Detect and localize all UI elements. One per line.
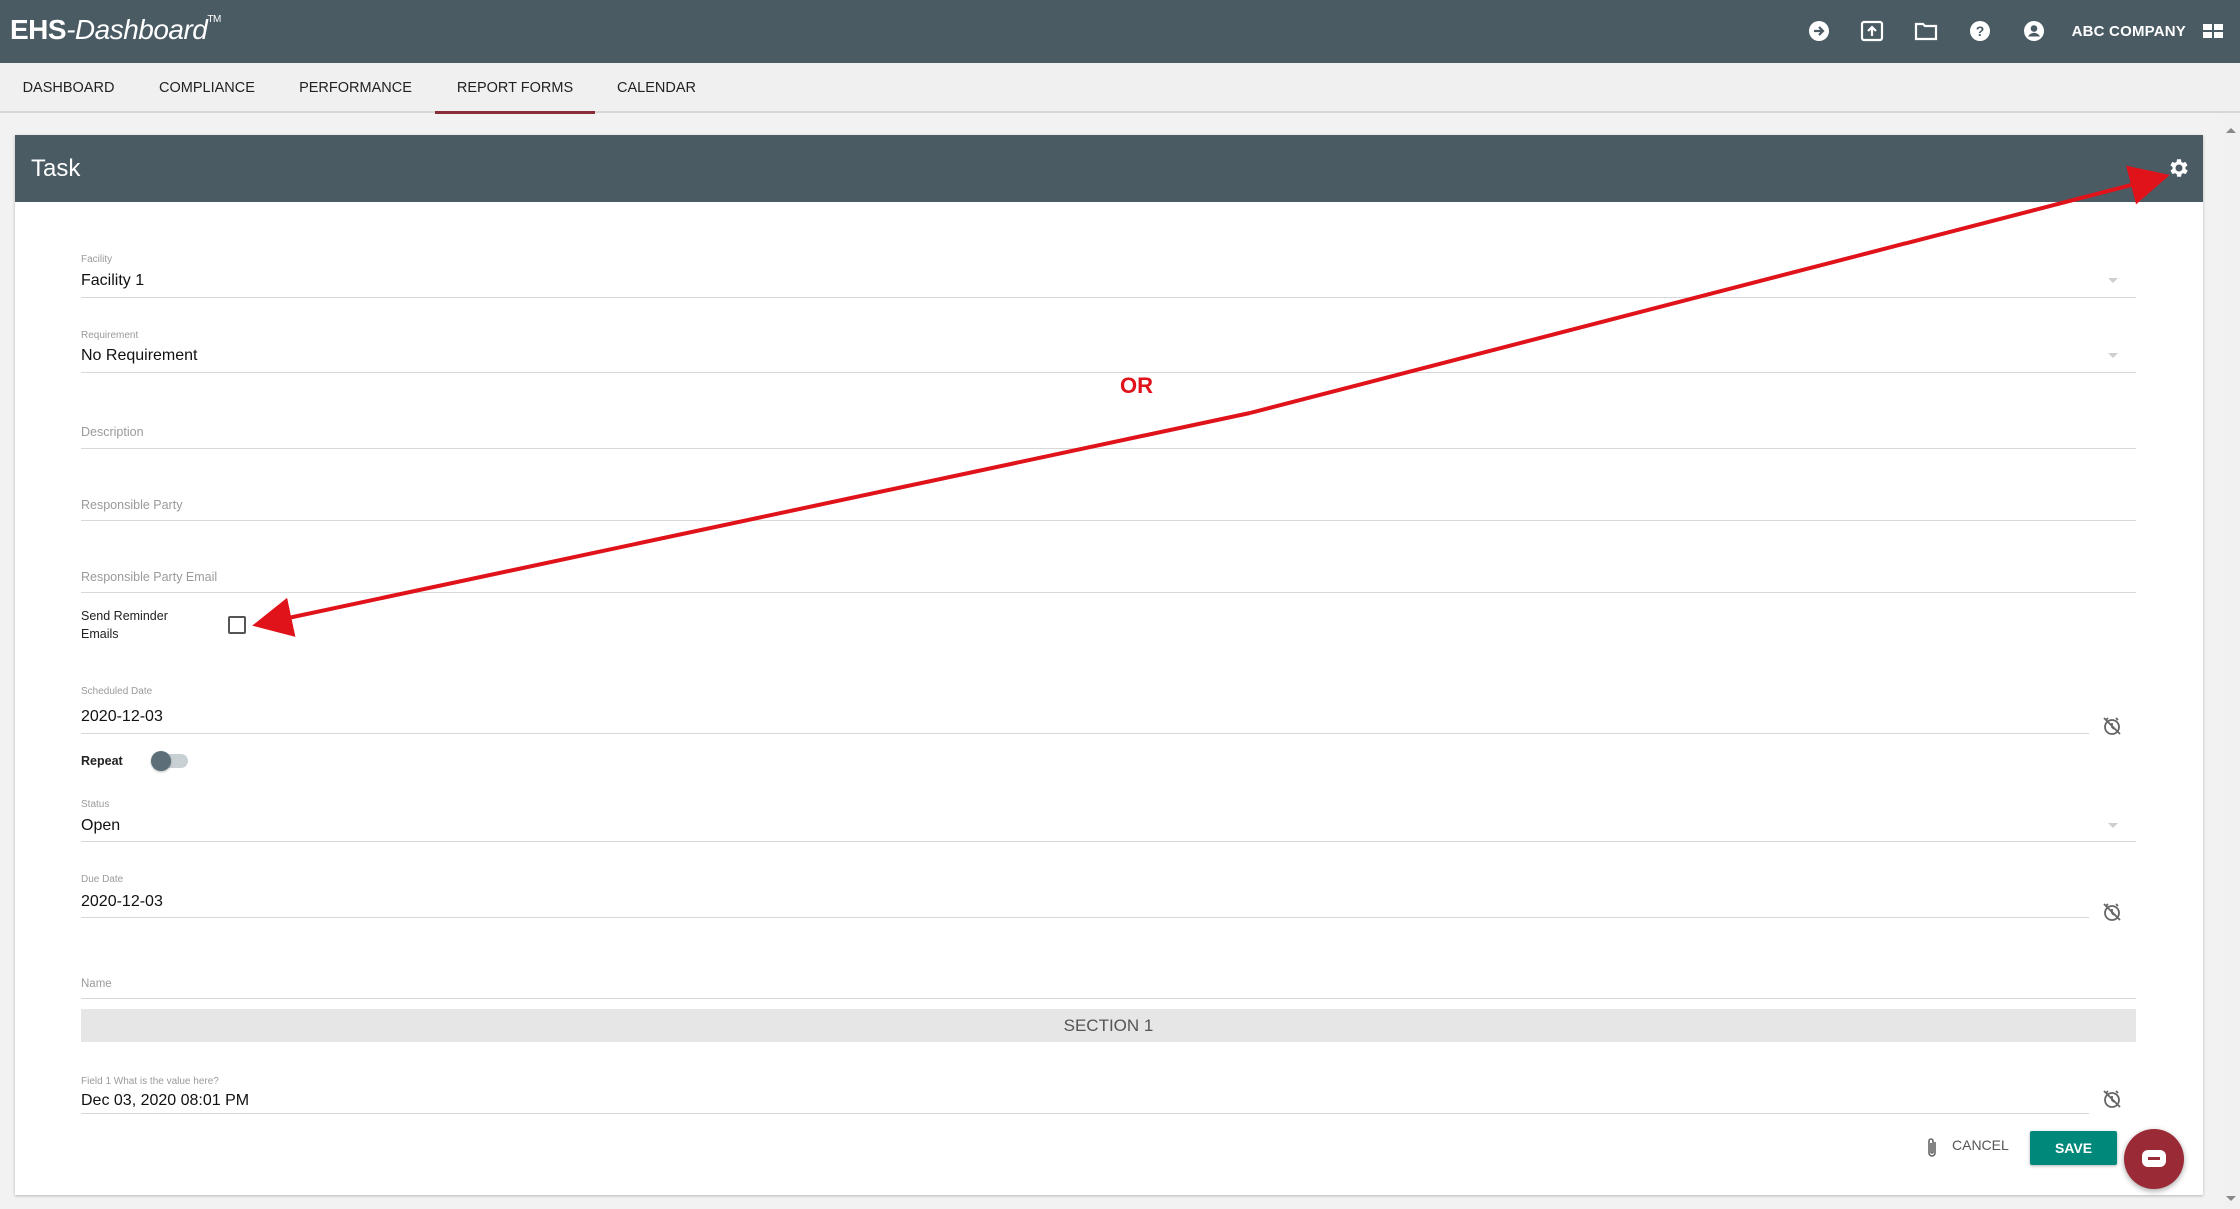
description-field[interactable]: Description	[81, 410, 2136, 449]
tab-calendar[interactable]: CALENDAR	[605, 63, 708, 113]
tab-compliance[interactable]: COMPLIANCE	[147, 63, 267, 113]
chat-button[interactable]	[2124, 1129, 2184, 1189]
save-button[interactable]: SAVE	[2030, 1131, 2117, 1165]
scheduled-date-label: Scheduled Date	[81, 686, 153, 697]
scheduled-date-value: 2020-12-03	[81, 708, 163, 725]
due-date-value: 2020-12-03	[81, 893, 163, 910]
send-reminder-checkbox[interactable]	[228, 616, 246, 634]
app-bar: EHS-DashboardTM ? ABC COMPANY	[0, 0, 2240, 63]
status-value: Open	[81, 817, 121, 834]
clock-off-icon[interactable]	[2100, 1087, 2124, 1111]
facility-label: Facility	[81, 254, 113, 265]
name-field[interactable]: Name	[81, 960, 2136, 999]
chat-icon	[2142, 1150, 2166, 1167]
responsible-party-field[interactable]: Responsible Party	[81, 482, 2136, 521]
page-title: Task	[31, 155, 81, 182]
responsible-party-placeholder: Responsible Party	[81, 498, 183, 512]
section-header: SECTION 1	[81, 1009, 2136, 1042]
due-date-label: Due Date	[81, 874, 124, 885]
tab-performance[interactable]: PERFORMANCE	[289, 63, 422, 113]
company-name[interactable]: ABC COMPANY	[2072, 23, 2186, 40]
send-reminder-label-line1: Send Reminder	[81, 609, 168, 623]
status-select[interactable]: Status Open	[81, 799, 2136, 842]
facility-select[interactable]: Facility Facility 1	[81, 250, 2136, 298]
requirement-label: Requirement	[81, 330, 139, 341]
chevron-down-icon	[2108, 823, 2118, 828]
facility-value: Facility 1	[81, 272, 145, 289]
repeat-toggle-knob[interactable]	[151, 751, 171, 771]
scroll-down-arrow[interactable]	[2226, 1196, 2236, 1201]
vertical-scrollbar[interactable]	[2222, 113, 2240, 1209]
status-label: Status	[81, 799, 110, 810]
help-icon[interactable]: ?	[1967, 18, 1993, 44]
requirement-value: No Requirement	[81, 347, 198, 364]
card-header: Task	[15, 135, 2203, 202]
field1-datetime[interactable]: Field 1 What is the value here? Dec 03, …	[81, 1074, 2089, 1114]
requirement-select[interactable]: Requirement No Requirement	[81, 326, 2136, 373]
responsible-party-email-field[interactable]: Responsible Party Email	[81, 554, 2136, 593]
description-placeholder: Description	[81, 425, 144, 439]
cancel-button[interactable]: CANCEL	[1952, 1137, 2009, 1153]
chevron-down-icon	[2108, 278, 2118, 283]
arrow-circle-icon[interactable]	[1806, 18, 1832, 44]
field1-label: Field 1 What is the value here?	[81, 1076, 219, 1087]
scroll-up-arrow[interactable]	[2226, 128, 2236, 133]
name-placeholder: Name	[81, 978, 112, 990]
account-icon[interactable]	[2021, 18, 2047, 44]
main-nav: DASHBOARD COMPLIANCE PERFORMANCE REPORT …	[0, 63, 2240, 114]
app-logo[interactable]: EHS-DashboardTM	[10, 14, 221, 46]
annotation-or-label: OR	[1120, 373, 1153, 398]
due-date-field[interactable]: Due Date 2020-12-03	[81, 872, 2089, 918]
send-reminder-label: Send Reminder Emails	[81, 607, 168, 643]
logo-brand: EHS	[10, 14, 67, 45]
upload-box-icon[interactable]	[1859, 18, 1885, 44]
field1-value: Dec 03, 2020 08:01 PM	[81, 1092, 250, 1109]
send-reminder-label-line2: Emails	[81, 627, 119, 641]
paperclip-icon[interactable]	[1924, 1136, 1940, 1160]
logo-rest: -Dashboard	[66, 14, 208, 45]
scheduled-date-field[interactable]: Scheduled Date 2020-12-03	[81, 686, 2089, 734]
logo-tm: TM	[207, 14, 221, 25]
tab-report-forms[interactable]: REPORT FORMS	[435, 63, 595, 114]
svg-text:?: ?	[1976, 23, 1985, 39]
tab-dashboard[interactable]: DASHBOARD	[12, 63, 125, 113]
clock-off-icon[interactable]	[2100, 900, 2124, 924]
clock-off-icon[interactable]	[2100, 714, 2124, 738]
gear-icon[interactable]	[2167, 156, 2191, 180]
responsible-party-email-placeholder: Responsible Party Email	[81, 570, 218, 584]
chevron-down-icon	[2108, 353, 2118, 358]
apps-grid-icon[interactable]	[2200, 18, 2226, 44]
repeat-label: Repeat	[81, 754, 123, 768]
folder-icon[interactable]	[1913, 18, 1939, 44]
